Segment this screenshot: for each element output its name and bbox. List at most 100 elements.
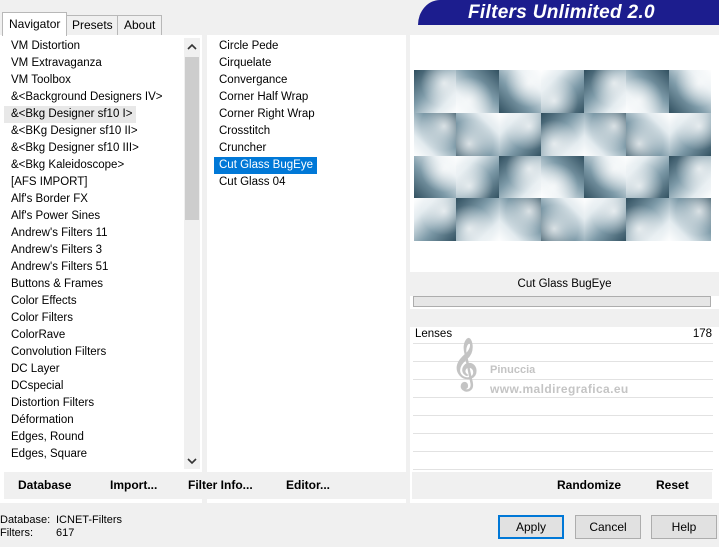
category-item[interactable]: Andrew's Filters 3: [4, 242, 184, 259]
preview-tile: [668, 155, 711, 200]
preview-tile: [498, 112, 543, 157]
category-item-selected[interactable]: &<Bkg Designer sf10 I>: [4, 106, 137, 123]
tab-presets[interactable]: Presets: [65, 15, 120, 35]
tab-about[interactable]: About: [117, 15, 163, 35]
preview-tile: [541, 155, 585, 200]
preview-tile: [456, 155, 500, 200]
preview-tile: [626, 198, 670, 241]
category-item[interactable]: VM Distortion: [4, 38, 184, 55]
preview-tile: [456, 70, 500, 114]
filter-preview-image: [414, 70, 711, 241]
database-button[interactable]: Database: [18, 478, 71, 492]
preview-tile: [414, 112, 458, 157]
category-item[interactable]: Color Filters: [4, 310, 184, 327]
category-item[interactable]: &<BKg Designer sf10 II>: [4, 123, 184, 140]
preview-tile: [668, 198, 711, 241]
category-scrollbar[interactable]: [184, 38, 200, 469]
param-label: Lenses: [415, 328, 453, 340]
reset-button[interactable]: Reset: [656, 478, 689, 492]
preview-tile: [668, 70, 711, 114]
preview-tile: [414, 198, 458, 241]
editor-button[interactable]: Editor...: [286, 478, 330, 492]
scroll-up-arrow-icon[interactable]: [184, 38, 200, 55]
category-item[interactable]: Alf's Border FX: [4, 191, 184, 208]
status-filters-value: 617: [56, 527, 75, 539]
preview-tile: [498, 155, 543, 200]
filter-item-selected[interactable]: Cut Glass BugEye: [214, 157, 317, 174]
randomize-button[interactable]: Randomize: [557, 478, 621, 492]
category-item[interactable]: &<Background Designers IV>: [4, 89, 184, 106]
category-item[interactable]: Color Effects: [4, 293, 184, 310]
filter-item[interactable]: Circle Pede: [214, 38, 404, 55]
preview-tile: [583, 70, 628, 114]
status-filters-label: Filters:: [0, 527, 33, 539]
param-row-empty: [413, 417, 713, 434]
param-value: 178: [692, 328, 712, 340]
selected-filter-name: Cut Glass BugEye: [410, 272, 719, 296]
preview-tile: [541, 198, 585, 241]
preview-tile: [498, 70, 543, 114]
import-button[interactable]: Import...: [110, 478, 157, 492]
filter-info-button[interactable]: Filter Info...: [188, 478, 253, 492]
filter-item[interactable]: Cut Glass 04: [214, 174, 404, 191]
category-item[interactable]: DCspecial: [4, 378, 184, 395]
preview-tile: [626, 155, 670, 200]
filter-item[interactable]: Corner Right Wrap: [214, 106, 404, 123]
category-item[interactable]: Convolution Filters: [4, 344, 184, 361]
cancel-button[interactable]: Cancel: [575, 515, 641, 539]
preview-tile: [498, 198, 543, 241]
scroll-down-arrow-icon[interactable]: [184, 452, 200, 469]
preview-tile: [626, 112, 670, 157]
category-item[interactable]: Déformation: [4, 412, 184, 429]
param-row-empty: [413, 435, 713, 452]
preview-tile: [626, 70, 670, 114]
preview-tile: [583, 155, 628, 200]
help-button[interactable]: Help: [651, 515, 717, 539]
category-item[interactable]: Buttons & Frames: [4, 276, 184, 293]
status-database-value: ICNET-Filters: [56, 514, 122, 526]
filter-item[interactable]: Cruncher: [214, 140, 404, 157]
tab-navigator[interactable]: Navigator: [2, 12, 68, 36]
status-info: Database: ICNET-Filters Filters: 617: [0, 514, 122, 540]
category-item[interactable]: ColorRave: [4, 327, 184, 344]
category-item[interactable]: Edges, Square: [4, 446, 184, 463]
preview-tile: [583, 112, 628, 157]
category-item[interactable]: Edges, Round: [4, 429, 184, 446]
filter-item[interactable]: Convergance: [214, 72, 404, 89]
category-list[interactable]: VM Distortion VM Extravaganza VM Toolbox…: [4, 38, 184, 468]
param-row-empty: [413, 453, 713, 470]
category-item[interactable]: DC Layer: [4, 361, 184, 378]
category-item[interactable]: &<Bkg Kaleidoscope>: [4, 157, 184, 174]
category-item[interactable]: VM Toolbox: [4, 72, 184, 89]
apply-button[interactable]: Apply: [498, 515, 564, 539]
filter-item[interactable]: Crosstitch: [214, 123, 404, 140]
filter-list[interactable]: Circle Pede Cirquelate Convergance Corne…: [214, 38, 404, 468]
filter-item[interactable]: Corner Half Wrap: [214, 89, 404, 106]
category-item[interactable]: Andrew's Filters 11: [4, 225, 184, 242]
watermark: 𝄞 Pinuccia www.maldiregrafica.eu: [452, 338, 672, 398]
category-item[interactable]: Andrew's Filters 51: [4, 259, 184, 276]
category-item[interactable]: VM Extravaganza: [4, 55, 184, 72]
scrollbar-thumb[interactable]: [185, 57, 199, 220]
preview-tile: [456, 198, 500, 241]
param-row-empty: [413, 399, 713, 416]
tab-bar: Navigator Presets About: [0, 12, 420, 47]
app-banner-title: Filters Unlimited 2.0: [418, 0, 719, 25]
preview-tile: [583, 198, 628, 241]
parameter-toolbar: Randomize Reset: [412, 472, 712, 499]
filter-item[interactable]: Cirquelate: [214, 55, 404, 72]
category-item[interactable]: &<Bkg Designer sf10 III>: [4, 140, 184, 157]
watermark-name: Pinuccia: [490, 364, 536, 376]
status-database-label: Database:: [0, 514, 51, 526]
preview-tile: [541, 70, 585, 114]
watermark-site: www.maldiregrafica.eu: [490, 382, 629, 396]
preview-tile: [456, 112, 500, 157]
separator: [410, 309, 719, 327]
category-item[interactable]: Distortion Filters: [4, 395, 184, 412]
bottom-toolbar: Database Import... Filter Info... Editor…: [4, 472, 408, 499]
preview-tile: [668, 112, 711, 157]
category-item[interactable]: [AFS IMPORT]: [4, 174, 184, 191]
preview-tile: [541, 112, 585, 157]
category-item[interactable]: Alf's Power Sines: [4, 208, 184, 225]
clef-logo-icon: 𝄞: [452, 339, 479, 388]
